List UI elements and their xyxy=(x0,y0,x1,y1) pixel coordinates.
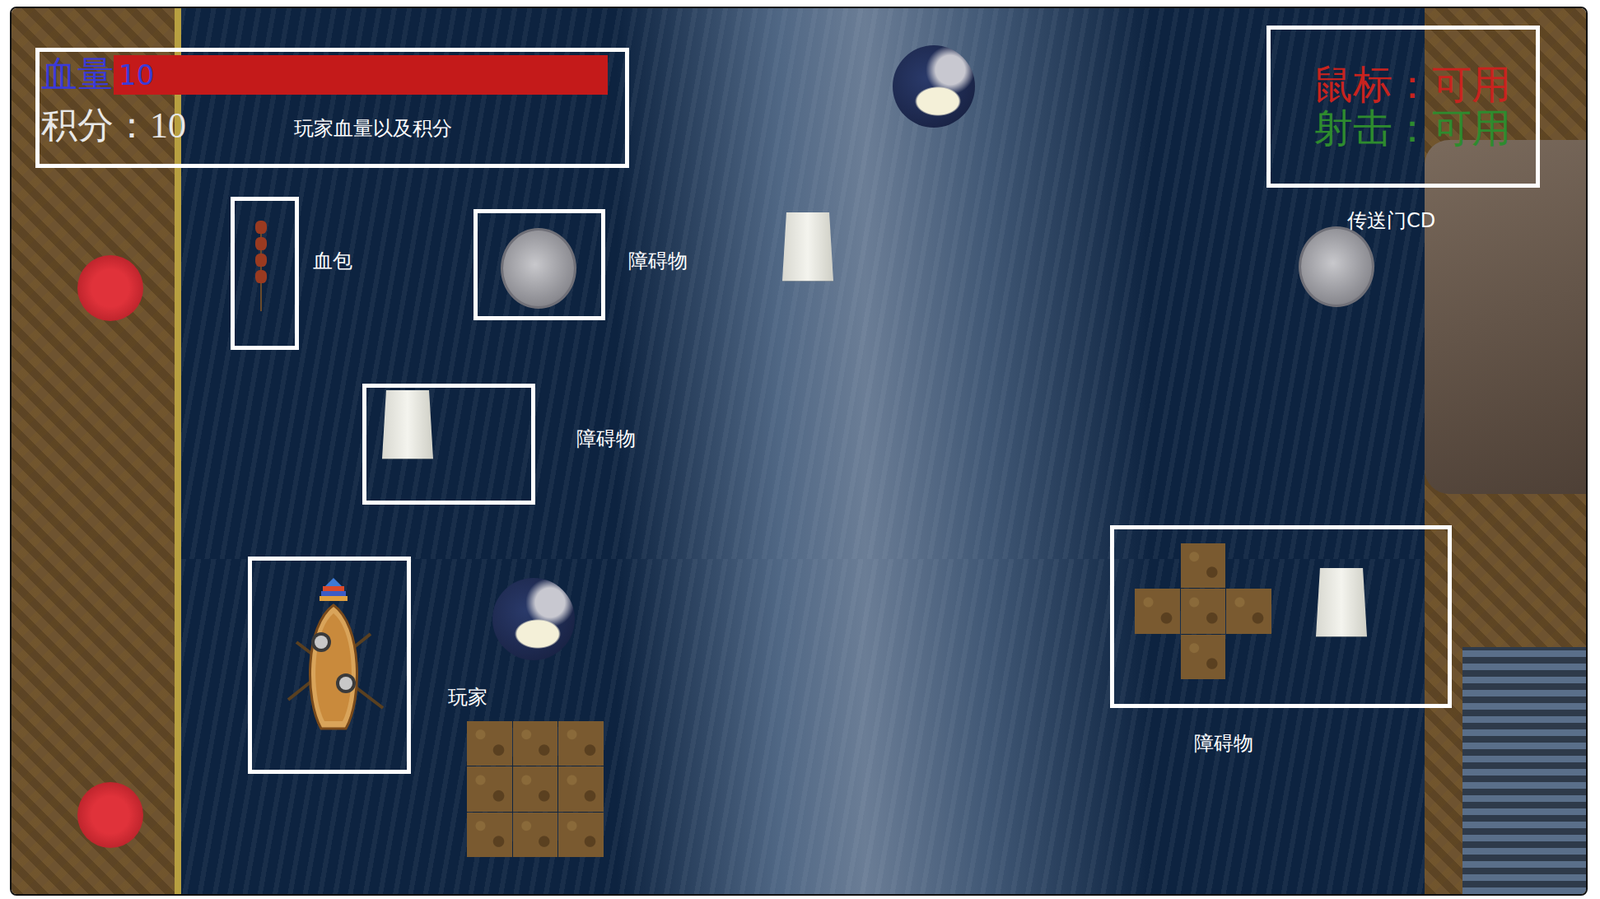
lantern-icon xyxy=(77,782,144,849)
game-screen: 血量10积分：10鼠标：可用射击：可用玩家血量以及积分血包障碍物障碍物玩家障碍物… xyxy=(0,0,1600,899)
mooncake-ball-icon xyxy=(892,45,975,128)
annotation-label: 传送门CD xyxy=(1347,208,1436,234)
status-value: 可用 xyxy=(1432,62,1512,107)
annotation-label: 玩家血量以及积分 xyxy=(293,116,453,142)
stone-coin-icon xyxy=(1298,226,1375,308)
skewer-icon xyxy=(257,220,265,312)
annotation-label: 玩家 xyxy=(447,685,488,711)
annotation-label: 障碍物 xyxy=(628,248,688,275)
status-row: 鼠标：可用 xyxy=(1313,63,1512,108)
building-icon xyxy=(1462,647,1587,895)
hud-panel: 血量10积分：10 xyxy=(35,47,630,168)
annotation-label: 血包 xyxy=(312,248,353,275)
rock-icon xyxy=(1424,139,1587,495)
dirt-cross-icon xyxy=(1134,543,1272,680)
annotation-label: 障碍物 xyxy=(1194,731,1254,757)
boat-player-icon[interactable] xyxy=(279,576,388,738)
mooncake-ball-icon xyxy=(492,578,575,661)
health-bar: 10 xyxy=(113,55,608,95)
status-label: 射击： xyxy=(1313,106,1433,150)
score-value: 10 xyxy=(149,105,187,146)
score-label: 积分： xyxy=(41,105,150,146)
dirt-block-icon xyxy=(466,721,604,858)
lantern-icon xyxy=(77,255,144,322)
status-label: 鼠标： xyxy=(1313,62,1433,107)
status-value: 可用 xyxy=(1432,106,1512,150)
health-label: 血量 xyxy=(41,55,114,94)
status-row: 射击：可用 xyxy=(1313,107,1512,151)
health-value: 10 xyxy=(113,58,154,92)
status-panel: 鼠标：可用射击：可用 xyxy=(1266,25,1540,188)
river xyxy=(181,8,1425,895)
annotation-label: 障碍物 xyxy=(576,426,636,453)
health-row: 血量10 xyxy=(41,55,617,95)
stone-coin-icon xyxy=(500,228,577,309)
health-fill xyxy=(113,55,608,95)
